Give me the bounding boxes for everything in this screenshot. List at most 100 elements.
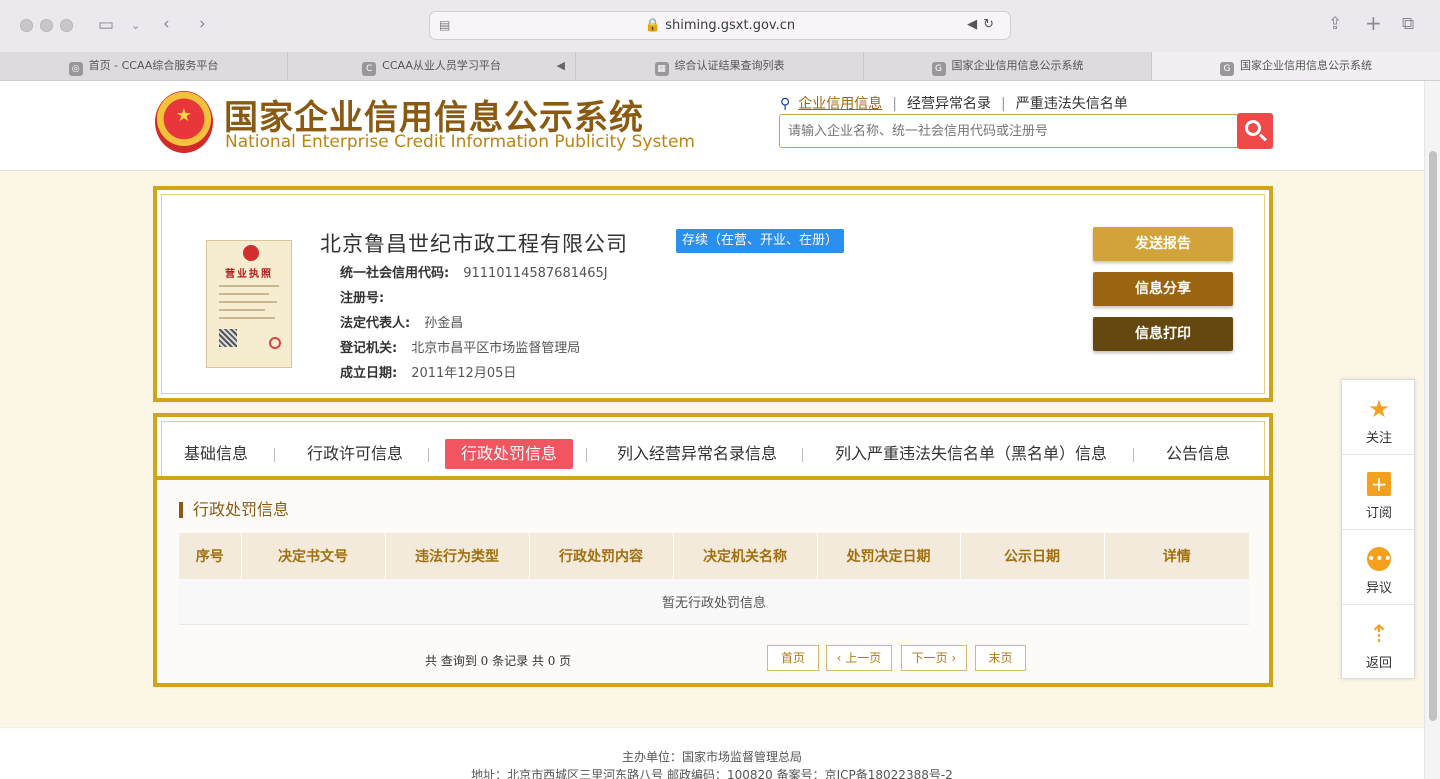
info-tabs-panel: 基础信息 行政许可信息 行政处罚信息 列入经营异常名录信息 列入严重违法失信名单…	[153, 413, 1273, 478]
tab-blacklist[interactable]: 列入严重违法失信名单（黑名单）信息	[835, 439, 1107, 469]
license-line	[219, 317, 275, 319]
grid-icon: ▦	[654, 62, 669, 76]
license-line	[219, 309, 265, 311]
tab-admin-penalty[interactable]: 行政处罚信息	[445, 439, 574, 469]
license-title: 营业执照	[225, 269, 273, 280]
send-report-button[interactable]: 发送报告	[1093, 227, 1233, 261]
forward-icon[interactable]: ›	[199, 14, 206, 34]
favicon-g-icon: G	[1220, 62, 1234, 76]
zoom-window-button[interactable]	[60, 19, 73, 32]
back-top-icon: ⇡	[1368, 620, 1390, 648]
info-key: 登记机关:	[340, 341, 398, 356]
next-page-label: 下一页	[911, 651, 948, 665]
search-icon: ⚲	[780, 96, 791, 112]
minimize-window-button[interactable]	[40, 19, 53, 32]
speaker-icon[interactable]: ◀	[557, 52, 565, 80]
back-to-top-button[interactable]: ⇡ 返回	[1342, 605, 1416, 680]
info-value: 北京市昌平区市场监督管理局	[411, 341, 581, 356]
browser-tab-3[interactable]: ▦ 综合认证结果查询列表	[576, 52, 864, 80]
side-float-bar: ★ 关注 + 订阅 ••• 异议 ⇡ 返回	[1341, 379, 1416, 680]
search-link-blacklist[interactable]: 严重违法失信名单	[1016, 96, 1128, 112]
search-link-abnormal[interactable]: 经营异常名录	[907, 96, 991, 112]
tab-divider	[802, 448, 803, 462]
column-header: 违法行为类型	[385, 533, 530, 579]
print-info-button[interactable]: 信息打印	[1093, 317, 1233, 351]
browser-tab-4[interactable]: G 国家企业信用信息公示系统	[864, 52, 1152, 80]
address-bar[interactable]: ▤ 🔒 shiming.gsxt.gov.cn ◀↻	[429, 11, 1011, 40]
tab-label: 国家企业信用信息公示系统	[951, 59, 1084, 72]
browser-tab-bar: ◎ 首页 - CCAA综合服务平台 C CCAA从业人员学习平台 ◀ ▦ 综合认证结果查…	[0, 52, 1440, 81]
browser-tab-1[interactable]: ◎ 首页 - CCAA综合服务平台	[0, 52, 288, 80]
column-header: 决定机关名称	[673, 533, 818, 579]
footer-sponsor: 主办单位：国家市场监督管理总局	[621, 750, 802, 764]
search-icon-handle	[1259, 133, 1267, 142]
search-link-credit[interactable]: 企业信用信息	[798, 96, 882, 112]
audio-reload-icons[interactable]: ◀↻	[967, 17, 1000, 32]
back-label: 返回	[1365, 656, 1392, 671]
subscribe-button[interactable]: + 订阅	[1342, 455, 1416, 530]
first-page-button[interactable]: 首页	[767, 645, 819, 671]
next-page-button[interactable]: 下一页 ›	[901, 645, 967, 671]
search-icon	[1245, 120, 1261, 136]
new-tab-icon[interactable]: +	[1365, 13, 1382, 33]
share-icon[interactable]: ⇪	[1328, 14, 1342, 34]
column-header: 序号	[179, 533, 242, 579]
tab-divider	[274, 448, 275, 462]
info-row-credit-code: 统一社会信用代码: 91110114587681465J	[340, 262, 608, 281]
back-icon[interactable]: ‹	[163, 14, 170, 34]
share-info-button[interactable]: 信息分享	[1093, 272, 1233, 306]
seal-icon	[269, 337, 281, 349]
chevron-down-icon[interactable]: ⌄	[131, 16, 140, 36]
tab-divider	[428, 448, 429, 462]
tab-announcement[interactable]: 公告信息	[1166, 439, 1230, 469]
license-line	[219, 293, 269, 295]
star-icon: ★	[1368, 395, 1390, 423]
column-header: 行政处罚内容	[529, 533, 674, 579]
empty-table-message: 暂无行政处罚信息	[179, 579, 1249, 625]
follow-button[interactable]: ★ 关注	[1342, 380, 1416, 455]
footer-address: 地址：北京市西城区三里河东路八号 邮政编码：100820 备案号：京ICP备18…	[471, 768, 953, 779]
tab-label: 综合认证结果查询列表	[674, 59, 785, 72]
info-value: 孙金昌	[424, 316, 464, 331]
search-button[interactable]	[1237, 113, 1273, 149]
prev-page-button[interactable]: ‹ 上一页	[826, 645, 892, 671]
site-footer: 主办单位：国家市场监督管理总局 地址：北京市西城区三里河东路八号 邮政编码：10…	[0, 727, 1424, 779]
close-window-button[interactable]	[20, 19, 33, 32]
info-row-authority: 登记机关: 北京市昌平区市场监督管理局	[340, 337, 580, 356]
info-value: 91110114587681465J	[463, 266, 608, 281]
info-key: 注册号:	[340, 291, 385, 306]
browser-toolbar: ▭ ⌄ ‹ › ▤ 🔒 shiming.gsxt.gov.cn ◀↻ ⇪ + ⧉	[0, 0, 1440, 52]
company-card: 营业执照 北京鲁昌世纪市政工程有限公司 存续（在营、开业、在册） 统一社会信用代…	[153, 186, 1273, 402]
search-field[interactable]	[779, 114, 1238, 148]
tab-label: CCAA从业人员学习平台	[382, 59, 501, 72]
browser-tab-5[interactable]: G 国家企业信用信息公示系统	[1152, 52, 1440, 80]
tab-basic-info[interactable]: 基础信息	[184, 439, 248, 469]
scrollbar-thumb[interactable]	[1429, 151, 1437, 721]
table-header-row: 序号 决定书文号 违法行为类型 行政处罚内容 决定机关名称 处罚决定日期 公示日…	[179, 533, 1249, 579]
site-header: ★ 国家企业信用信息公示系统 National Enterprise Credi…	[0, 81, 1424, 171]
tab-label: 首页 - CCAA综合服务平台	[88, 59, 219, 72]
tab-divider	[586, 448, 587, 462]
tab-overview-icon[interactable]: ⧉	[1402, 14, 1414, 34]
divider: |	[1000, 96, 1006, 112]
tab-admin-license[interactable]: 行政许可信息	[307, 439, 403, 469]
business-license-image[interactable]: 营业执照	[206, 240, 292, 368]
objection-button[interactable]: ••• 异议	[1342, 530, 1416, 605]
license-line	[219, 285, 279, 287]
status-badge: 存续（在营、开业、在册）	[676, 229, 845, 253]
favicon-g-icon: G	[931, 62, 946, 76]
info-value: 2011年12月05日	[411, 366, 517, 381]
record-count: 共 查询到 0 条记录 共 0 页	[425, 654, 572, 668]
sidebar-toggle-icon[interactable]: ▭	[98, 15, 114, 35]
tab-abnormal-list[interactable]: 列入经营异常名录信息	[617, 439, 777, 469]
tab-label: 国家企业信用信息公示系统	[1240, 59, 1372, 72]
search-input[interactable]	[780, 115, 1237, 147]
last-page-button[interactable]: 末页	[975, 645, 1026, 671]
info-row-reg-no: 注册号:	[340, 287, 398, 306]
divider: |	[892, 96, 897, 112]
browser-tab-2[interactable]: C CCAA从业人员学习平台 ◀	[288, 52, 576, 80]
site-title-en: National Enterprise Credit Information P…	[225, 132, 695, 152]
page-scrollbar[interactable]	[1424, 81, 1440, 779]
info-key: 法定代表人:	[340, 316, 411, 331]
info-key: 成立日期:	[340, 366, 398, 381]
